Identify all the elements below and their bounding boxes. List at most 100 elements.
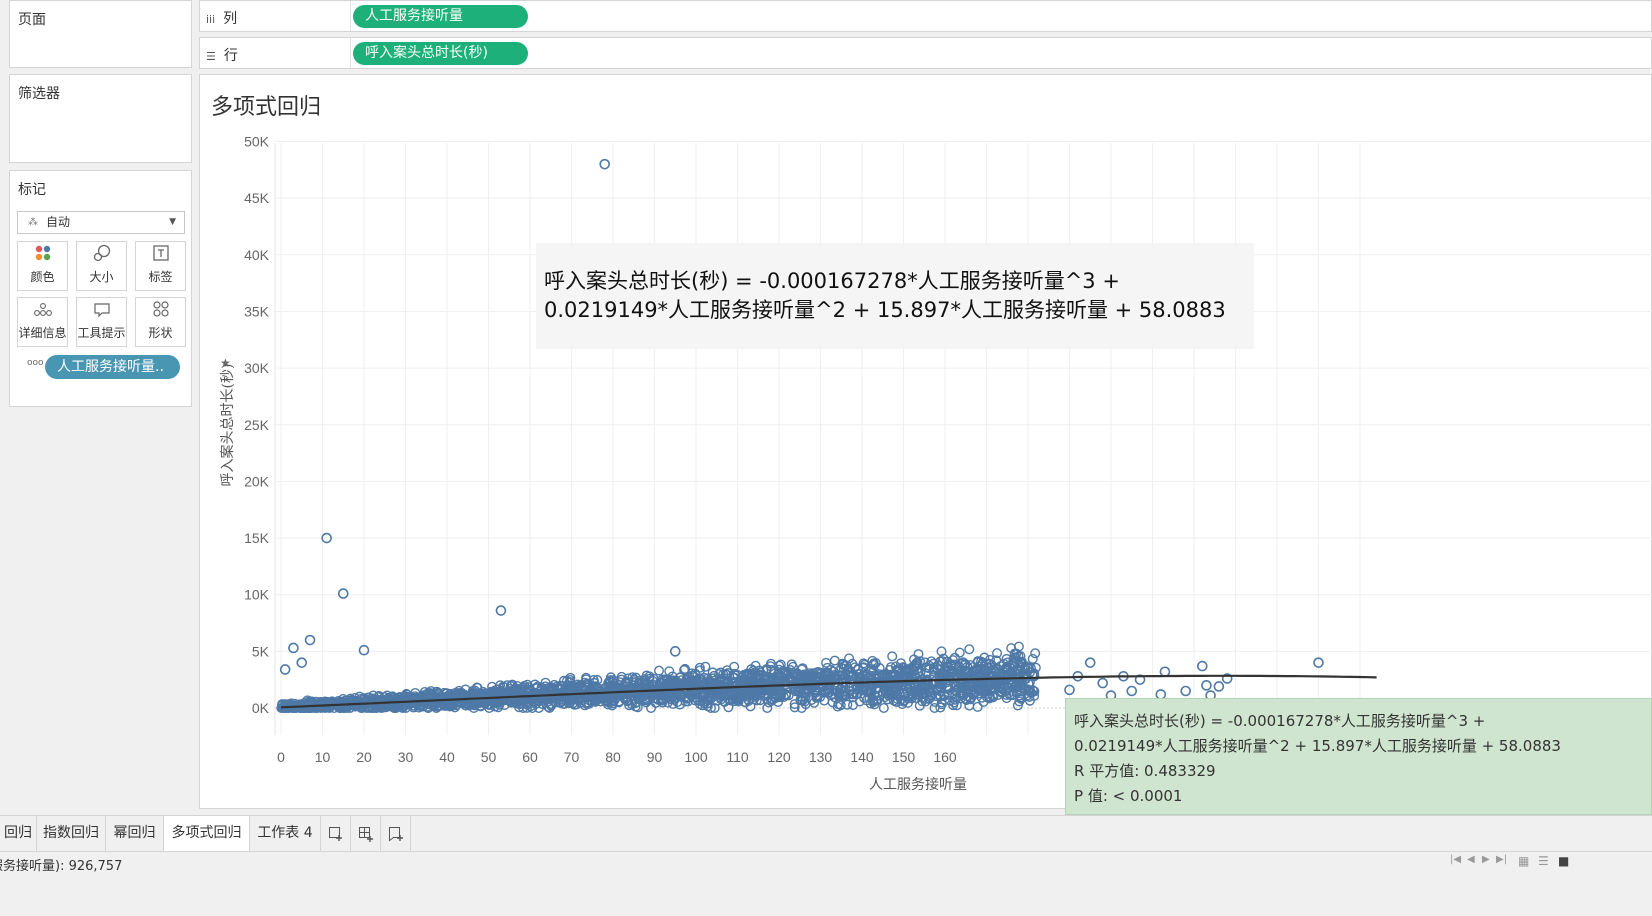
data-point[interactable]	[887, 651, 898, 662]
x-tick-label: 120	[767, 749, 791, 765]
columns-label-text: 列	[223, 11, 238, 27]
tab-polynomial-regression[interactable]: 多项式回归	[164, 816, 250, 851]
columns-shelf-label: iii 列	[206, 8, 237, 28]
tooltip-icon	[77, 298, 126, 324]
x-tick-label: 110	[726, 749, 749, 765]
outlier-point	[1201, 680, 1212, 691]
shelf-divider	[350, 38, 351, 68]
x-tick-label: 140	[850, 749, 874, 765]
outlier-point	[337, 588, 349, 599]
tooltip-line-4: P 值: < 0.0001	[1074, 787, 1183, 805]
auto-mark-icon: ⁂	[28, 217, 38, 228]
mark-type-dropdown[interactable]: ⁂ 自动 ▼	[17, 211, 185, 234]
next-page-icon[interactable]: ▶	[1482, 854, 1490, 865]
x-tick-label: 40	[439, 749, 455, 765]
data-point[interactable]	[972, 701, 983, 712]
y-axis-title: 呼入案头总时长(秒)	[219, 364, 236, 487]
tab-regression[interactable]: 回归	[0, 816, 37, 851]
x-tick-label: 130	[809, 749, 833, 765]
chevron-down-icon: ▼	[169, 217, 176, 227]
tabs-view-icon[interactable]: ■	[1558, 854, 1569, 868]
shape-button[interactable]: 形状	[135, 297, 186, 347]
x-tick-label: 10	[315, 749, 331, 765]
tooltip-line-2: 0.0219149*人工服务接听量^2 + 15.897*人工服务接听量 + 5…	[1074, 737, 1561, 755]
y-tick-label: 35K	[244, 303, 270, 319]
equation-line-2: 0.0219149*人工服务接听量^2 + 15.897*人工服务接听量 + 5…	[544, 298, 1226, 322]
trend-equation-annotation[interactable]: 呼入案头总时长(秒) = -0.000167278*人工服务接听量^3 + 0.…	[536, 243, 1254, 349]
x-axis-title: 人工服务接听量	[869, 776, 967, 793]
outlier-point	[1084, 657, 1096, 668]
filters-title: 筛选器	[18, 86, 60, 102]
new-worksheet-icon[interactable]	[321, 816, 351, 851]
pages-panel[interactable]: 页面	[9, 0, 192, 68]
detail-label: 详细信息	[18, 326, 67, 340]
tooltip-button[interactable]: 工具提示	[76, 297, 127, 347]
data-point[interactable]	[1027, 653, 1038, 664]
marks-title: 标记	[18, 182, 46, 198]
x-tick-label: 90	[647, 749, 663, 765]
mark-type-value: 自动	[46, 215, 71, 229]
data-point[interactable]	[654, 665, 665, 676]
rows-icon: ☰	[206, 50, 216, 63]
equation-line-1: 呼入案头总时长(秒) = -0.000167278*人工服务接听量^3 +	[544, 269, 1120, 293]
tooltip-line-1: 呼入案头总时长(秒) = -0.000167278*人工服务接听量^3 +	[1074, 712, 1486, 730]
y-tick-label: 15K	[244, 530, 270, 546]
x-tick-label: 70	[564, 749, 580, 765]
data-point[interactable]	[954, 647, 965, 658]
sheet-tab-bar: 回归 指数回归 幂回归 多项式回归 工作表 4	[0, 815, 1652, 851]
y-tick-label: 30K	[244, 360, 270, 376]
first-page-icon[interactable]: |◀	[1450, 854, 1461, 865]
y-tick-label: 40K	[244, 247, 270, 263]
tableau-window: 页面 筛选器 标记 ⁂ 自动 ▼ 颜色 大小 标签 详细信息 工具提示 形状 o…	[0, 0, 1652, 916]
color-button[interactable]: 颜色	[17, 241, 68, 291]
columns-pill[interactable]: 人工服务接听量	[353, 5, 528, 28]
data-point[interactable]	[1030, 648, 1041, 659]
new-story-icon[interactable]	[381, 816, 411, 851]
x-tick-label: 160	[933, 749, 957, 765]
size-button[interactable]: 大小	[76, 241, 127, 291]
shape-label: 形状	[148, 326, 173, 340]
outlier-point	[495, 605, 507, 616]
outlier-point	[304, 634, 316, 646]
status-summary: 服务接听量): 926,757	[0, 859, 123, 874]
columns-shelf[interactable]: iii 列 人工服务接听量	[199, 0, 1652, 32]
marks-panel: 标记 ⁂ 自动 ▼ 颜色 大小 标签 详细信息 工具提示 形状 ooo 人工服务…	[9, 170, 192, 407]
prev-page-icon[interactable]: ◀	[1467, 854, 1475, 865]
size-icon	[77, 242, 126, 268]
new-dashboard-icon[interactable]	[351, 816, 381, 851]
rows-pill[interactable]: 呼入案头总时长(秒)	[353, 42, 528, 65]
data-point[interactable]	[964, 644, 975, 655]
y-tick-label: 0K	[252, 700, 270, 716]
text-label-icon	[136, 242, 185, 268]
last-page-icon[interactable]: ▶|	[1496, 854, 1507, 865]
outlier-point	[1196, 660, 1208, 672]
status-bar: 服务接听量): 926,757 |◀ ◀ ▶ ▶| ▦ ☰ ■	[0, 851, 1652, 916]
rows-shelf[interactable]: ☰ 行 呼入案头总时长(秒)	[199, 37, 1652, 69]
trend-tooltip: 呼入案头总时长(秒) = -0.000167278*人工服务接听量^3 + 0.…	[1065, 698, 1652, 815]
y-tick-label: 10K	[244, 587, 270, 603]
tab-exponential-regression[interactable]: 指数回归	[37, 816, 106, 851]
tab-power-regression[interactable]: 幂回归	[106, 816, 164, 851]
x-tick-label: 0	[277, 749, 285, 765]
tab-worksheet-4[interactable]: 工作表 4	[250, 816, 321, 851]
rows-shelf-label: ☰ 行	[206, 45, 238, 65]
outlier-point	[1213, 681, 1225, 692]
size-label: 大小	[89, 270, 114, 284]
tooltip-label: 工具提示	[77, 326, 126, 340]
outlier-point	[296, 657, 308, 668]
filters-panel[interactable]: 筛选器	[9, 74, 192, 163]
outlier-point	[279, 664, 291, 675]
view-title: 多项式回归	[211, 95, 322, 120]
x-tick-label: 20	[356, 749, 372, 765]
outlier-point	[1126, 685, 1138, 697]
columns-icon: iii	[206, 13, 216, 26]
filmstrip-icon[interactable]: ☰	[1538, 854, 1549, 868]
rows-label-text: 行	[223, 48, 238, 64]
marks-field-pill[interactable]: 人工服务接听量..	[45, 355, 180, 379]
sheet-sorter-icon[interactable]: ▦	[1518, 854, 1529, 868]
detail-button[interactable]: 详细信息	[17, 297, 68, 347]
x-tick-label: 50	[481, 749, 497, 765]
pages-title: 页面	[18, 12, 46, 28]
label-button[interactable]: 标签	[135, 241, 186, 291]
color-icon	[18, 242, 67, 268]
